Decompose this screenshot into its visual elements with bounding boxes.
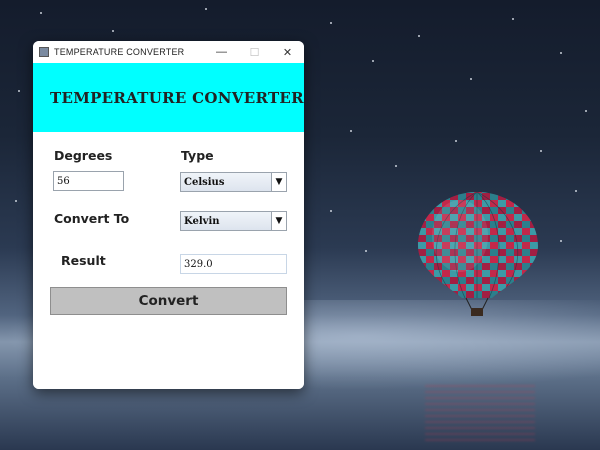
window-title: TEMPERATURE CONVERTER [54,47,185,57]
close-button[interactable]: ✕ [271,41,304,63]
type-label: Type [181,148,214,163]
page-title: TEMPERATURE CONVERTER [50,88,304,107]
temperature-converter-window: TEMPERATURE CONVERTER — ☐ ✕ TEMPERATURE … [33,41,304,389]
degrees-input[interactable] [53,171,124,191]
type-selected-value: Celsius [184,176,225,188]
java-app-icon [39,47,49,57]
result-label: Result [61,253,106,268]
converter-form: Degrees Type Celsius ▼ Convert To Kelvin… [33,132,304,389]
type-select[interactable]: Celsius ▼ [180,172,287,192]
hot-air-balloon-image [418,192,538,316]
degrees-label: Degrees [54,148,113,163]
chevron-down-icon[interactable]: ▼ [271,212,286,230]
convert-button[interactable]: Convert [50,287,287,315]
chevron-down-icon[interactable]: ▼ [271,173,286,191]
minimize-button[interactable]: — [205,41,238,63]
convert-to-select[interactable]: Kelvin ▼ [180,211,287,231]
convert-to-label: Convert To [54,211,130,226]
convert-to-selected-value: Kelvin [184,215,220,227]
header-banner: TEMPERATURE CONVERTER [33,63,304,132]
maximize-button[interactable]: ☐ [238,41,271,63]
result-field[interactable] [180,254,287,274]
title-bar[interactable]: TEMPERATURE CONVERTER — ☐ ✕ [33,41,304,63]
